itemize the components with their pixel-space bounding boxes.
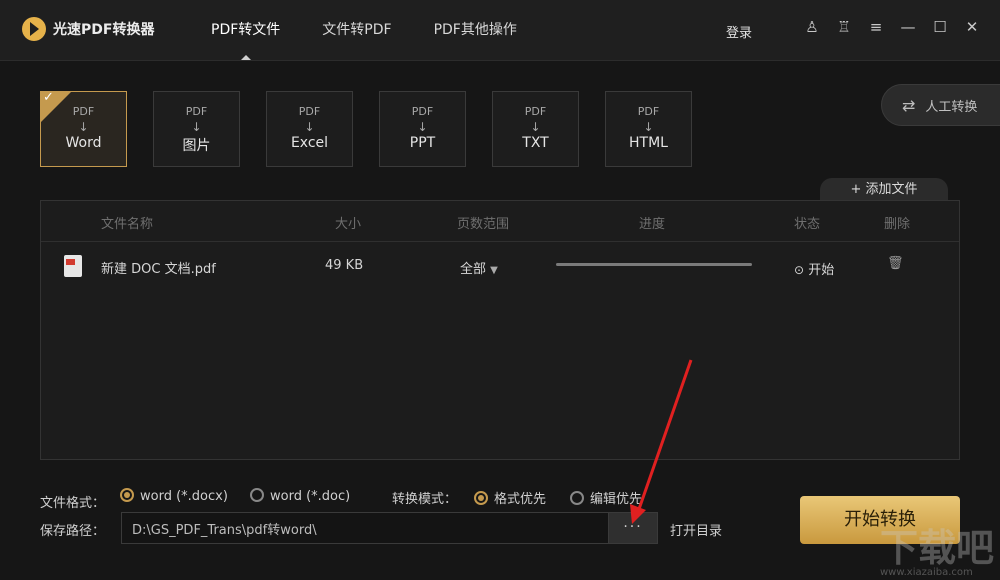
- format-source: PDF: [298, 105, 321, 118]
- window-controls: ♙ ♖ ≡ — ☐ ✕: [796, 18, 988, 36]
- browse-button[interactable]: ···: [608, 512, 658, 544]
- arrow-down-icon: ↓: [78, 120, 89, 134]
- radio-on: [120, 488, 134, 502]
- login-button[interactable]: 登录: [726, 22, 752, 41]
- format-source: PDF: [411, 105, 434, 118]
- radio-off: [570, 491, 584, 505]
- tab-pdf-other[interactable]: PDF其他操作: [413, 0, 538, 60]
- table-header: 文件名称 大小 页数范围 进度 状态 删除: [41, 201, 959, 242]
- format-source: PDF: [524, 105, 547, 118]
- format-source: PDF: [185, 105, 208, 118]
- tab-file-to-pdf[interactable]: 文件转PDF: [301, 0, 412, 60]
- column-header: 状态: [794, 217, 821, 232]
- app-title: 光速PDF转换器: [53, 22, 155, 38]
- add-file-button[interactable]: + 添加文件: [820, 178, 948, 202]
- status-label: 开始: [808, 263, 835, 278]
- format-target: TXT: [522, 135, 549, 151]
- progress-bar: [556, 263, 752, 266]
- radio-off: [250, 488, 264, 502]
- watermark-main: 下载吧: [880, 528, 995, 570]
- format-excel[interactable]: PDF ↓ Excel: [266, 91, 353, 167]
- main-nav: PDF转文件 文件转PDF PDF其他操作: [190, 0, 538, 60]
- format-target: Word: [65, 135, 102, 151]
- radio-on: [474, 491, 488, 505]
- format-image[interactable]: PDF ↓ 图片: [153, 91, 240, 167]
- check-icon: ✓: [43, 90, 54, 105]
- watermark: 下载吧 www.xiazaiba.com: [880, 528, 1000, 578]
- column-header: 文件名称: [101, 217, 154, 232]
- radio-edit-first[interactable]: 编辑优先: [570, 488, 642, 507]
- format-source: PDF: [637, 105, 660, 118]
- column-header: 进度: [639, 217, 666, 232]
- mode-label: 转换模式：: [392, 492, 458, 507]
- radio-doc-label: word (*.doc): [270, 489, 351, 504]
- arrow-down-icon: ↓: [643, 120, 654, 134]
- manual-convert-label: 人工转换: [925, 100, 978, 115]
- arrow-down-icon: ↓: [417, 120, 428, 134]
- qq-icon[interactable]: ♙: [796, 18, 828, 36]
- radio-edit-first-label: 编辑优先: [590, 492, 643, 507]
- app-logo-icon: [22, 17, 46, 41]
- trash-icon[interactable]: 🗑: [887, 256, 904, 271]
- file-size: 49 KB: [325, 258, 364, 273]
- radio-doc[interactable]: word (*.doc): [250, 488, 350, 504]
- column-header: 大小: [335, 217, 362, 232]
- play-icon: ⊙: [794, 263, 805, 277]
- menu-icon[interactable]: ≡: [860, 18, 892, 36]
- save-path-input[interactable]: [121, 512, 609, 544]
- start-row-button[interactable]: ⊙ 开始: [794, 259, 834, 278]
- format-txt[interactable]: PDF ↓ TXT: [492, 91, 579, 167]
- column-header: 删除: [884, 217, 911, 232]
- caret-down-icon: ▼: [490, 265, 498, 276]
- title-bar: 光速PDF转换器 PDF转文件 文件转PDF PDF其他操作 登录 ♙ ♖ ≡ …: [0, 0, 1000, 61]
- file-table: 文件名称 大小 页数范围 进度 状态 删除 新建 DOC 文档.pdf 49 K…: [40, 200, 960, 460]
- arrow-down-icon: ↓: [304, 120, 315, 134]
- table-row: 新建 DOC 文档.pdf 49 KB 全部 ▼ ⊙ 开始 🗑: [41, 241, 959, 291]
- tab-pdf-to-file[interactable]: PDF转文件: [190, 0, 301, 60]
- format-target: HTML: [629, 135, 668, 151]
- format-ppt[interactable]: PDF ↓ PPT: [379, 91, 466, 167]
- minimize-icon[interactable]: —: [892, 18, 924, 36]
- page-range-value: 全部: [460, 262, 487, 277]
- manual-convert-button[interactable]: ⇄ 人工转换: [881, 84, 1000, 126]
- pdf-file-icon: [64, 255, 82, 277]
- radio-docx-label: word (*.docx): [140, 489, 228, 504]
- radio-format-first-label: 格式优先: [494, 492, 547, 507]
- swap-icon: ⇄: [902, 96, 916, 115]
- maximize-icon[interactable]: ☐: [924, 18, 956, 36]
- radio-docx[interactable]: word (*.docx): [120, 488, 228, 504]
- format-target: 图片: [182, 138, 211, 154]
- arrow-down-icon: ↓: [530, 120, 541, 134]
- format-word[interactable]: ✓ PDF ↓ Word: [40, 90, 127, 167]
- format-selector: ✓ PDF ↓ Word PDF ↓ 图片 PDF ↓ Excel PDF ↓ …: [40, 90, 718, 167]
- skin-icon[interactable]: ♖: [828, 18, 860, 36]
- format-target: PPT: [409, 135, 436, 151]
- page-range-select[interactable]: 全部 ▼: [460, 258, 498, 277]
- format-target: Excel: [290, 135, 329, 151]
- path-label: 保存路径：: [40, 524, 106, 539]
- open-directory-link[interactable]: 打开目录: [670, 520, 722, 539]
- file-name: 新建 DOC 文档.pdf: [101, 262, 216, 277]
- column-header: 页数范围: [457, 217, 510, 232]
- radio-format-first[interactable]: 格式优先: [474, 488, 546, 507]
- format-html[interactable]: PDF ↓ HTML: [605, 91, 692, 167]
- close-icon[interactable]: ✕: [956, 18, 988, 36]
- app-logo: 光速PDF转换器: [22, 17, 154, 41]
- format-label: 文件格式：: [40, 496, 106, 511]
- arrow-down-icon: ↓: [191, 120, 202, 134]
